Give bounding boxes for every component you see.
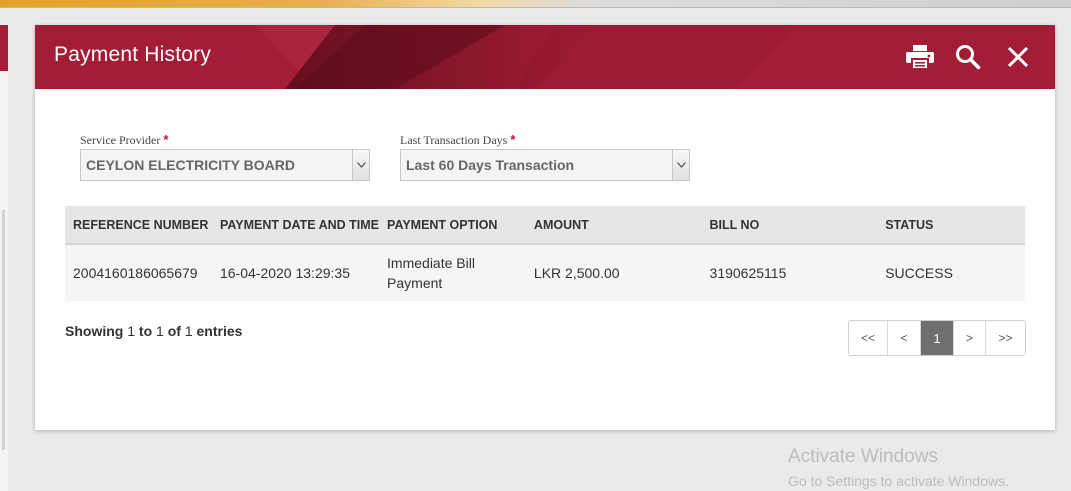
column-header-status[interactable]: STATUS [877,206,1025,245]
pagination: << < 1 > >> [848,320,1026,356]
background-panel [0,25,8,491]
service-provider-value: CEYLON ELECTRICITY BOARD [86,157,295,173]
column-header-payment-date[interactable]: PAYMENT DATE AND TIME [211,206,380,245]
column-header-payment-option[interactable]: PAYMENT OPTION [379,206,526,245]
chevron-down-icon [352,150,369,180]
column-header-reference-number[interactable]: REFERENCE NUMBER [65,206,212,245]
transaction-days-value: Last 60 Days Transaction [406,157,575,173]
transaction-days-label-text: Last Transaction Days [400,133,508,147]
summary-total: 1 [184,323,193,339]
payment-history-modal: Payment History Service Provider * CEYLO… [35,25,1055,430]
cell-reference-number: 2004160186065679 [65,244,212,301]
cell-payment-option-text: Immediate Bill Payment [387,255,475,291]
last-page-button[interactable]: >> [986,321,1025,355]
background-panel-scrollbar [2,210,5,450]
print-icon[interactable] [904,41,936,73]
summary-of-word: of [167,323,181,339]
table-row[interactable]: 2004160186065679 16-04-2020 13:29:35 Imm… [65,244,1025,301]
transaction-days-select[interactable]: Last 60 Days Transaction [400,149,690,181]
service-provider-label: Service Provider * [80,132,168,148]
cell-bill-no: 3190625115 [701,244,878,301]
summary-from: 1 [127,323,136,339]
next-page-button[interactable]: > [954,321,986,355]
service-provider-select[interactable]: CEYLON ELECTRICITY BOARD [80,149,370,181]
required-mark: * [163,132,169,147]
background-panel-header [0,25,8,71]
top-accent-strip [0,0,1071,7]
previous-page-button[interactable]: < [888,321,921,355]
search-icon[interactable] [952,41,984,73]
activate-windows-watermark: Activate Windows Go to Settings to activ… [788,446,1009,489]
transaction-days-label: Last Transaction Days * [400,132,515,148]
table-header-row: REFERENCE NUMBER PAYMENT DATE AND TIME P… [65,206,1025,245]
modal-title: Payment History [54,43,212,66]
first-page-button[interactable]: << [849,321,888,355]
payment-history-table: REFERENCE NUMBER PAYMENT DATE AND TIME P… [65,206,1025,301]
top-divider [0,7,1071,8]
service-provider-label-text: Service Provider [80,133,161,147]
summary-to-word: to [138,323,153,339]
page-1-button[interactable]: 1 [921,321,954,355]
modal-header: Payment History [35,25,1055,89]
cell-payment-date: 16-04-2020 13:29:35 [211,244,380,301]
required-mark: * [510,132,516,147]
summary-showing: Showing [65,323,124,339]
watermark-subtitle: Go to Settings to activate Windows. [788,473,1009,489]
cell-amount: LKR 2,500.00 [525,244,702,301]
summary-to: 1 [156,323,164,339]
watermark-title: Activate Windows [788,446,938,467]
entries-summary: Showing 1 to 1 of 1 entries [65,323,242,339]
cell-payment-option: Immediate Bill Payment [379,244,526,301]
column-header-amount[interactable]: AMOUNT [525,206,702,245]
summary-entries: entries [196,323,243,339]
cell-status: SUCCESS [877,244,1025,301]
column-header-bill-no[interactable]: BILL NO [701,206,878,245]
close-icon[interactable] [1002,41,1034,73]
chevron-down-icon [672,150,689,180]
